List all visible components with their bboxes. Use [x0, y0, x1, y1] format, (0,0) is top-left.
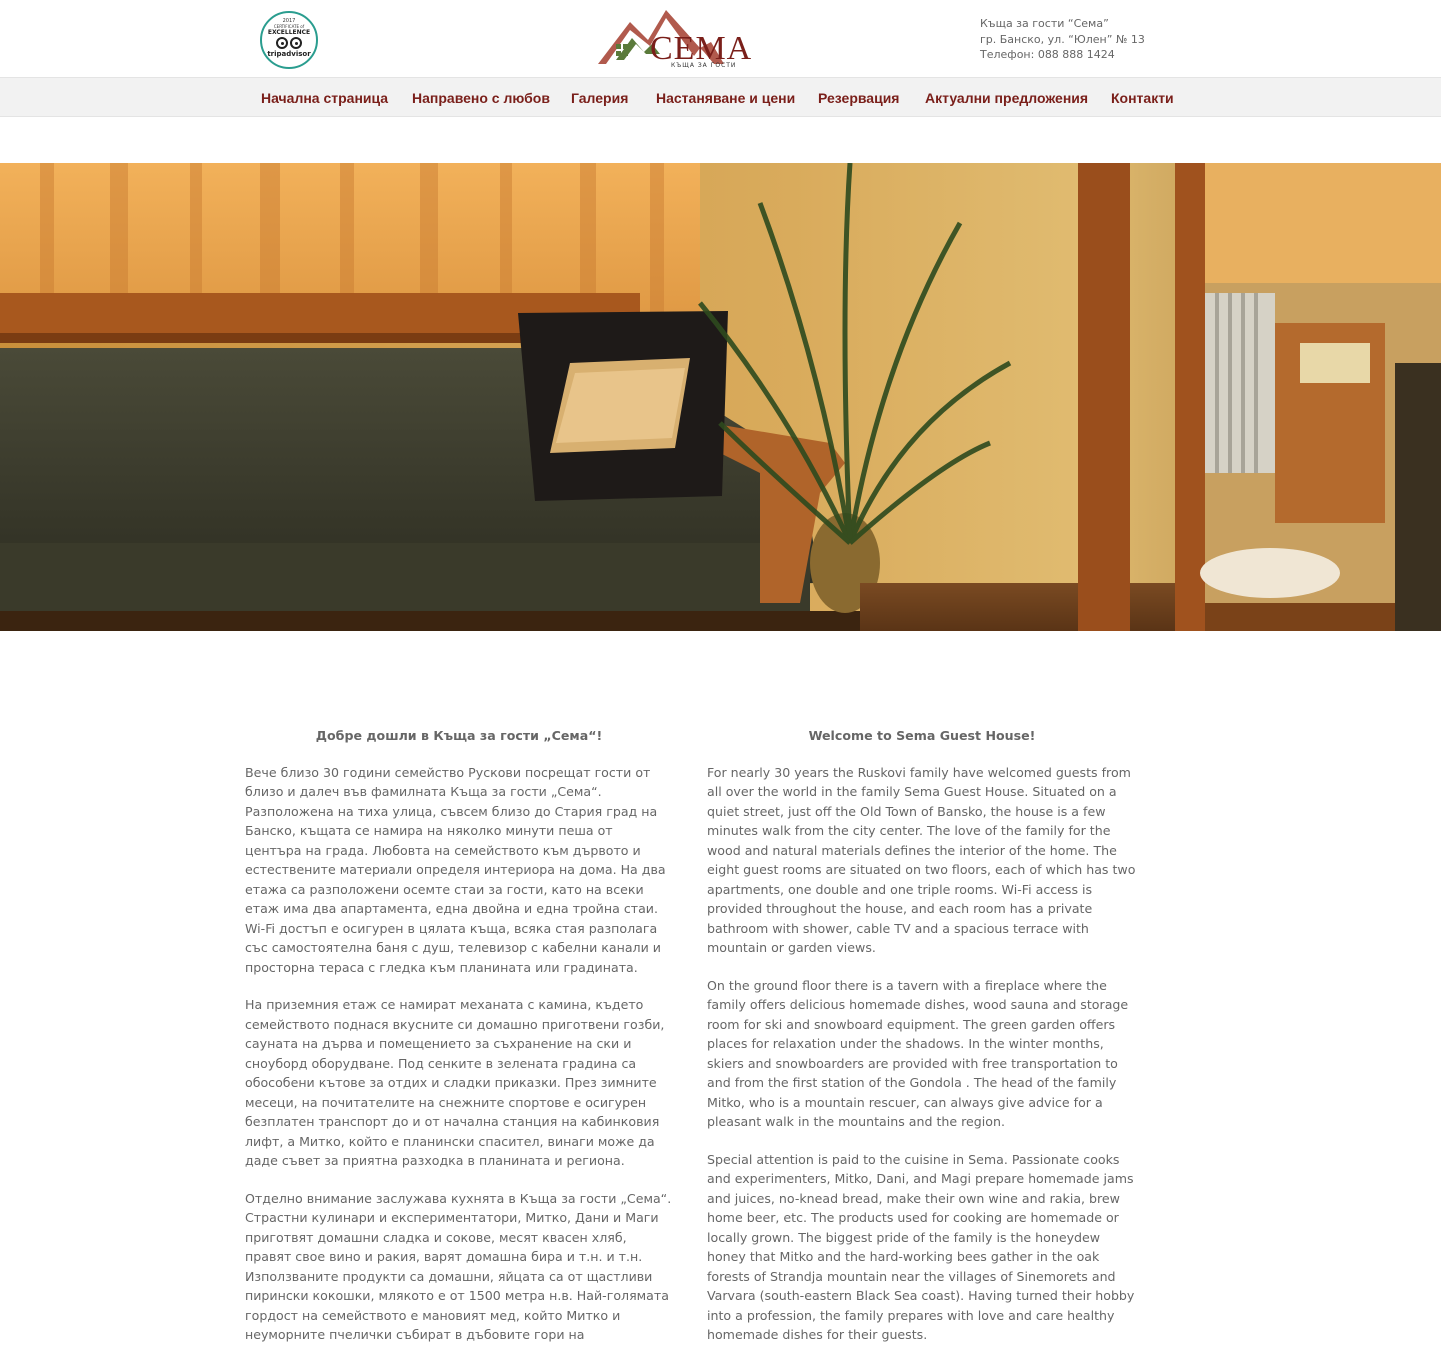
paragraph-en-2: On the ground floor there is a tavern wi… [707, 977, 1129, 1130]
nav-item-reservation[interactable]: Резервация [818, 90, 899, 106]
welcome-heading-bg: Добре дошли в Къща за гости „Сема“! [315, 728, 603, 743]
paragraph-bg-1: Вече близо 30 години семейство Рускови п… [245, 764, 666, 975]
nav-item-accommodation-prices[interactable]: Настаняване и цени [656, 90, 795, 106]
nav-item-home[interactable]: Начална страница [261, 90, 388, 106]
logo-wordmark: СЕМА [650, 30, 753, 67]
content-column-bg: Добре дошли в Къща за гости „Сема“! Вече… [245, 726, 673, 1363]
nav-item-current-offers[interactable]: Актуални предложения [925, 90, 1088, 106]
contact-phone[interactable]: Телефон: 088 888 1424 [980, 47, 1145, 63]
tripadvisor-certificate-badge[interactable]: 2017 CERTIFICATE of EXCELLENCE tripadvis… [260, 11, 318, 69]
paragraph-en-1: For nearly 30 years the Ruskovi family h… [707, 764, 1136, 956]
nav-item-made-with-love[interactable]: Направено с любов [412, 90, 550, 106]
nav-item-contacts[interactable]: Контакти [1111, 90, 1174, 106]
site-header: 2017 CERTIFICATE of EXCELLENCE tripadvis… [0, 0, 1441, 77]
paragraph-bg-3: Отделно внимание заслужава кухнята в Къщ… [245, 1190, 672, 1343]
hero-room-photo [0, 163, 1441, 631]
paragraph-bg-2: На приземния етаж се намират механата с … [245, 997, 665, 1168]
badge-excellence-text: EXCELLENCE [267, 29, 311, 36]
logo-subtitle: КЪЩА ЗА ГОСТИ [671, 62, 737, 69]
badge-brand: tripadvisor [267, 50, 311, 58]
tripadvisor-owl-icon [276, 37, 302, 50]
content-column-en: Welcome to Sema Guest House! For nearly … [707, 726, 1137, 1363]
contact-name: Къща за гости “Сема” [980, 17, 1109, 30]
paragraph-en-3: Special attention is paid to the cuisine… [707, 1151, 1135, 1343]
contact-address: гр. Банско, ул. “Юлен” № 13 [980, 32, 1145, 46]
nav-item-gallery[interactable]: Галерия [571, 90, 628, 106]
welcome-heading-en: Welcome to Sema Guest House! [808, 728, 1036, 743]
contact-info: Къща за гости “Сема” гр. Банско, ул. “Юл… [980, 16, 1145, 63]
main-navigation: Начална страница Направено с любов Галер… [0, 77, 1441, 117]
